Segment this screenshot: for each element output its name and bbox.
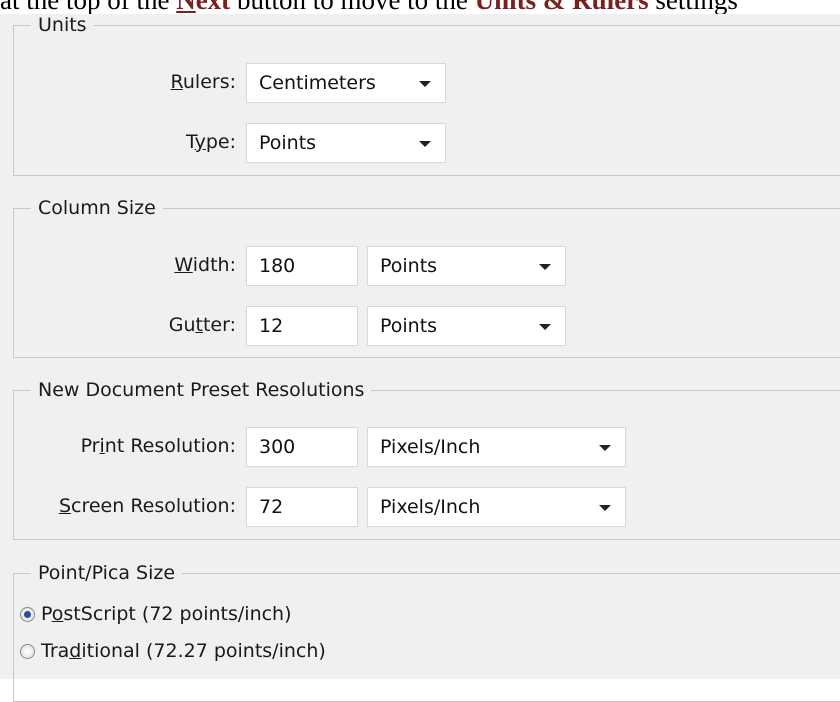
print-resolution-unit-select[interactable]: Pixels/Inch xyxy=(367,427,626,467)
instruction-text: at the top of the Next button to move to… xyxy=(0,0,738,15)
chevron-down-icon xyxy=(419,81,431,87)
type-select[interactable]: Points xyxy=(246,123,446,163)
rulers-label: Rulers: xyxy=(170,71,236,93)
screen-resolution-label: Screen Resolution: xyxy=(58,495,236,517)
chevron-down-icon xyxy=(599,445,611,451)
postscript-radio[interactable]: PostScript (72 points/inch) xyxy=(20,602,292,626)
rulers-select[interactable]: Centimeters xyxy=(246,63,446,103)
print-resolution-label: Print Resolution: xyxy=(80,435,236,457)
chevron-down-icon xyxy=(539,264,551,270)
width-input[interactable]: 180 xyxy=(246,246,358,286)
chevron-down-icon xyxy=(419,141,431,147)
width-unit-select[interactable]: Points xyxy=(367,246,566,286)
radio-unchecked-icon[interactable] xyxy=(20,644,35,659)
print-resolution-input[interactable]: 300 xyxy=(246,427,358,467)
radio-checked-icon[interactable] xyxy=(20,607,35,622)
gutter-input[interactable]: 12 xyxy=(246,306,358,346)
width-label: Width: xyxy=(174,254,236,276)
chevron-down-icon xyxy=(539,324,551,330)
units-rulers-panel: Units Rulers: Centimeters Type: Points C… xyxy=(0,14,840,702)
gutter-unit-select[interactable]: Points xyxy=(367,306,566,346)
type-label: Type: xyxy=(185,131,236,153)
screen-resolution-input[interactable]: 72 xyxy=(246,487,358,527)
point-pica-group: Point/Pica Size xyxy=(13,562,840,702)
units-legend: Units xyxy=(38,14,87,36)
traditional-radio[interactable]: Traditional (72.27 points/inch) xyxy=(20,639,326,663)
column-size-legend: Column Size xyxy=(38,197,156,219)
preset-resolutions-legend: New Document Preset Resolutions xyxy=(38,379,365,401)
chevron-down-icon xyxy=(599,505,611,511)
gutter-label: Gutter: xyxy=(168,314,236,336)
point-pica-legend: Point/Pica Size xyxy=(38,562,176,584)
screen-resolution-unit-select[interactable]: Pixels/Inch xyxy=(367,487,626,527)
